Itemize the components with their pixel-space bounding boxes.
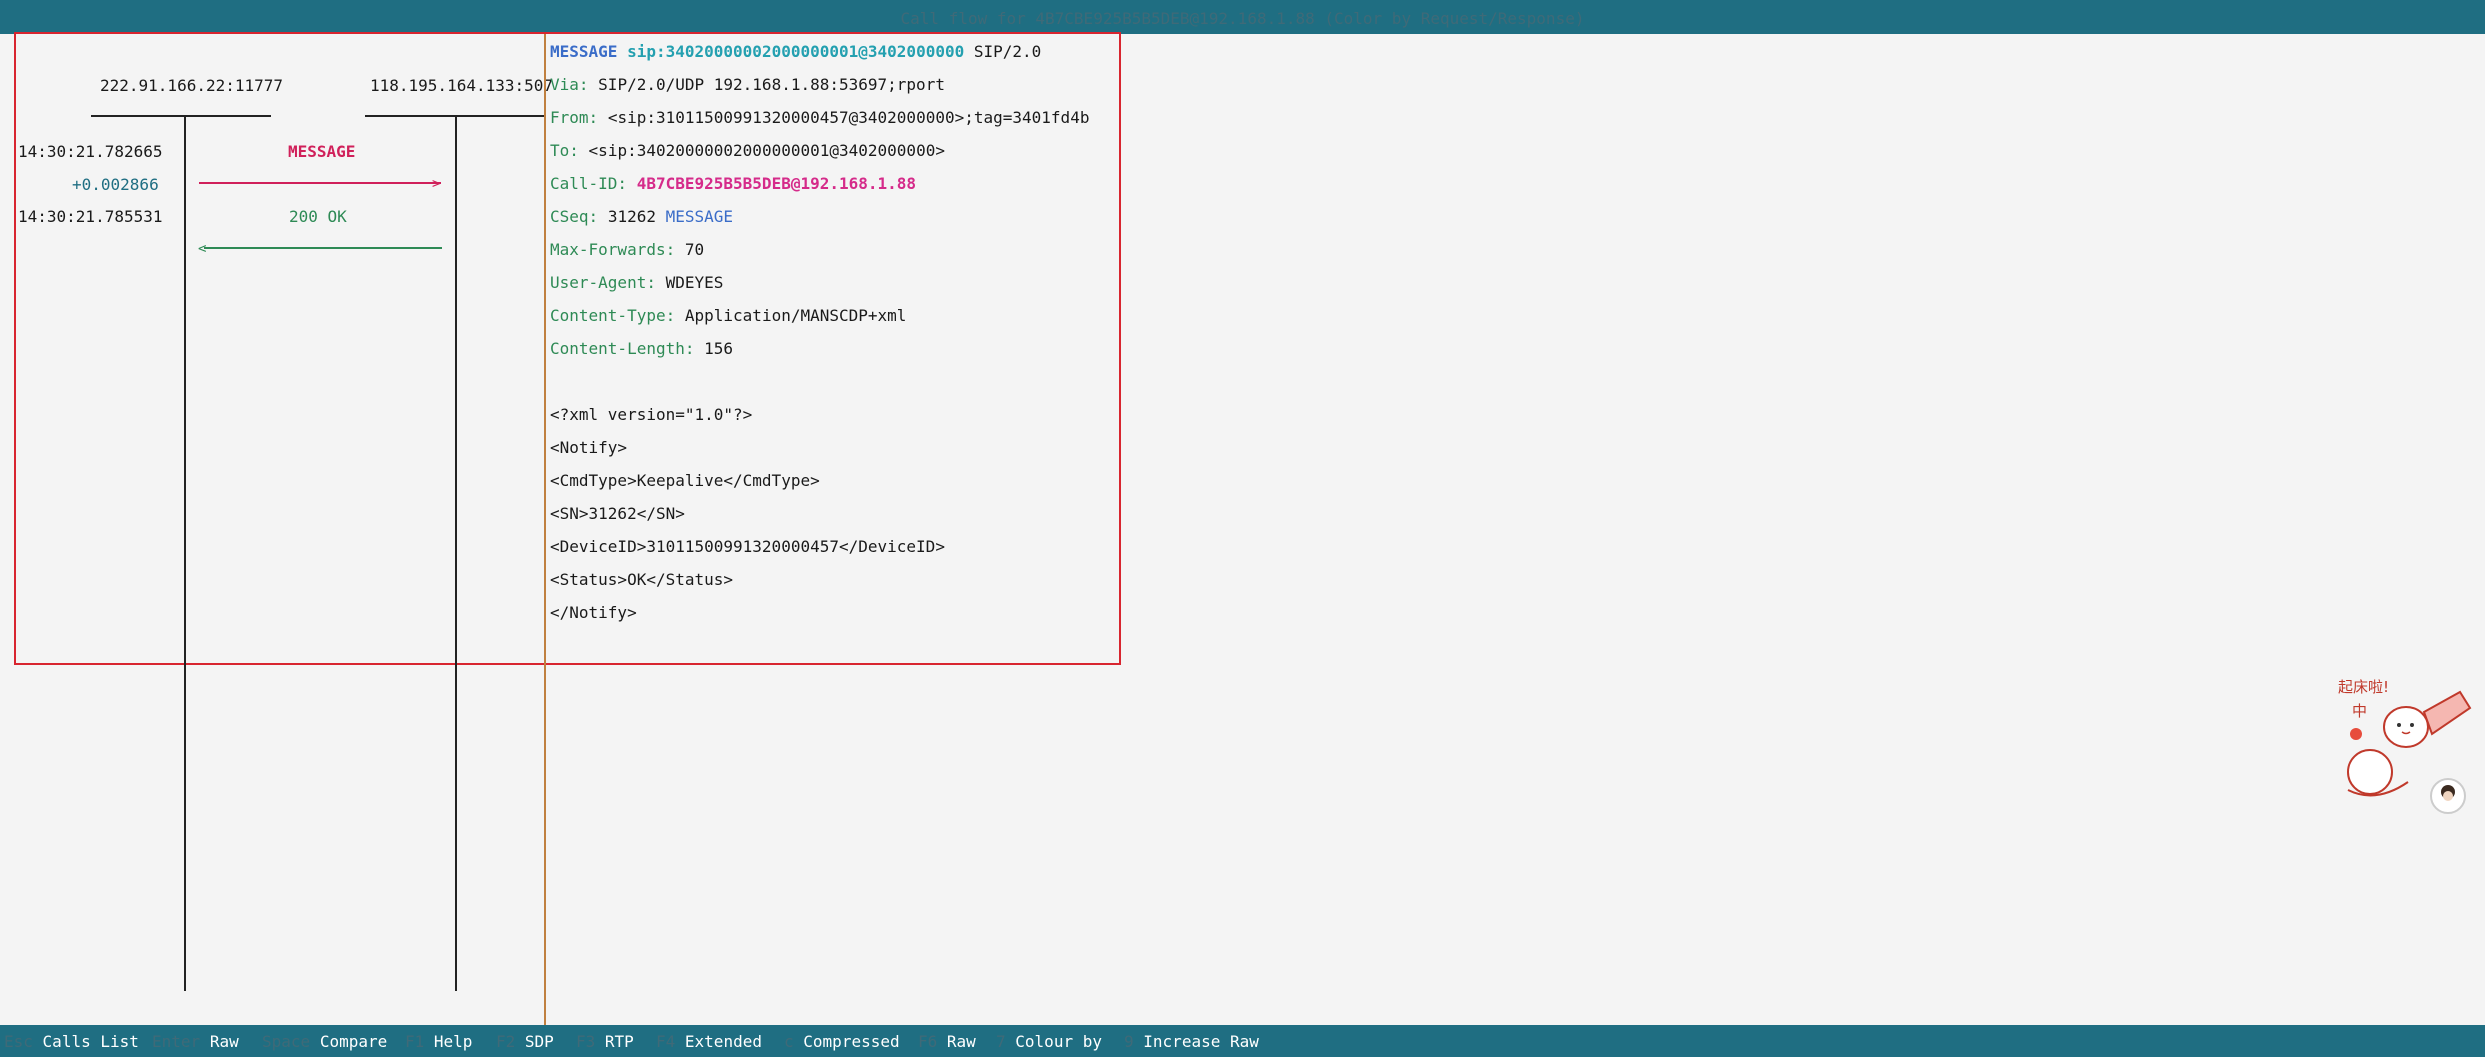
message-1-time: 14:30:21.782665 bbox=[18, 142, 163, 161]
header-name: From: bbox=[550, 108, 599, 127]
footer-item-extended[interactable]: F4 Extended bbox=[656, 1032, 762, 1051]
sticker-text: 起床啦! bbox=[2338, 678, 2389, 696]
footer-key: Esc bbox=[4, 1032, 33, 1051]
header-user-agent: User-Agent: WDEYES bbox=[550, 273, 723, 292]
cseq-method: MESSAGE bbox=[665, 207, 734, 226]
footer-label: Compressed bbox=[803, 1032, 900, 1051]
footer-key: F2 bbox=[496, 1032, 516, 1051]
footer-label: Raw bbox=[209, 1032, 239, 1051]
message-2-arrow[interactable] bbox=[204, 247, 442, 249]
header-value: 156 bbox=[704, 339, 734, 358]
header-via: Via: SIP/2.0/UDP 192.168.1.88:53697;rpor… bbox=[550, 75, 945, 94]
footer-label: Extended bbox=[684, 1032, 762, 1051]
message-2-time: 14:30:21.785531 bbox=[18, 207, 163, 226]
footer-item-help[interactable]: F1 Help bbox=[405, 1032, 472, 1051]
request-method: MESSAGE bbox=[550, 42, 618, 61]
sticker-mark: 中 bbox=[2352, 702, 2367, 720]
sip-version: SIP/2.0 bbox=[973, 42, 1042, 61]
footer-label: SDP bbox=[524, 1032, 554, 1051]
header-value: <sip:34020000002000000001@3402000000> bbox=[588, 141, 945, 160]
participant-1-label: 222.91.166.22:11777 bbox=[100, 76, 284, 95]
cseq-number: 31262 bbox=[607, 207, 656, 226]
body-line: <Status>OK</Status> bbox=[550, 570, 734, 589]
request-uri: sip:34020000002000000001@3402000000 bbox=[627, 42, 965, 61]
header-max-forwards: Max-Forwards: 70 bbox=[550, 240, 704, 259]
body-line: <Notify> bbox=[550, 438, 628, 457]
header-name: Via: bbox=[550, 75, 589, 94]
header-name: Content-Length: bbox=[550, 339, 695, 358]
message-1-label[interactable]: MESSAGE bbox=[288, 142, 355, 161]
body-line: </Notify> bbox=[550, 603, 637, 622]
footer-item-calls-list[interactable]: Esc Calls List bbox=[4, 1032, 139, 1051]
footer-label: Colour by bbox=[1015, 1032, 1102, 1051]
header-to: To: <sip:34020000002000000001@3402000000… bbox=[550, 141, 945, 160]
footer-item-raw-f6[interactable]: F6 Raw bbox=[918, 1032, 976, 1051]
body-line: <DeviceID>31011500991320000457</DeviceID… bbox=[550, 537, 945, 556]
header-name: CSeq: bbox=[550, 207, 599, 226]
footer-label: Compare bbox=[319, 1032, 388, 1051]
participant-2-label: 118.195.164.133:507 bbox=[370, 76, 554, 95]
message-2-label[interactable]: 200 OK bbox=[289, 207, 347, 226]
footer-item-rtp[interactable]: F3 RTP bbox=[576, 1032, 634, 1051]
footer-key: F1 bbox=[405, 1032, 425, 1051]
body-line: <SN>31262</SN> bbox=[550, 504, 685, 523]
header-content-length: Content-Length: 156 bbox=[550, 339, 733, 358]
footer-item-sdp[interactable]: F2 SDP bbox=[496, 1032, 554, 1051]
participant-1-header-line bbox=[91, 115, 271, 117]
message-1-arrow[interactable] bbox=[199, 182, 441, 184]
cartoon-sticker: 起床啦! 中 bbox=[2336, 672, 2476, 820]
footer-key: Enter bbox=[152, 1032, 201, 1051]
footer-label: RTP bbox=[604, 1032, 634, 1051]
body-line: <?xml version="1.0"?> bbox=[550, 405, 753, 424]
header-name: To: bbox=[550, 141, 579, 160]
participant-2-lifeline bbox=[455, 115, 457, 991]
footer-item-raw[interactable]: Enter Raw bbox=[152, 1032, 239, 1051]
header-name: Call-ID: bbox=[550, 174, 628, 193]
header-name: Content-Type: bbox=[550, 306, 676, 325]
header-call-id: Call-ID: 4B7CBE925B5B5DEB@192.168.1.88 bbox=[550, 174, 916, 193]
header-from: From: <sip:31011500991320000457@34020000… bbox=[550, 108, 1089, 127]
panel-divider[interactable] bbox=[544, 34, 546, 1025]
footer-key: c bbox=[784, 1032, 794, 1051]
header-value: <sip:31011500991320000457@3402000000>;ta… bbox=[607, 108, 1090, 127]
header-name: User-Agent: bbox=[550, 273, 656, 292]
header-value: 70 bbox=[684, 240, 705, 259]
footer-item-compare[interactable]: Space Compare bbox=[262, 1032, 387, 1051]
footer-key: F3 bbox=[576, 1032, 596, 1051]
header-value: WDEYES bbox=[665, 273, 724, 292]
arrow-left-icon: < bbox=[198, 241, 207, 257]
footer-label: Help bbox=[433, 1032, 473, 1051]
request-line: MESSAGE sip:34020000002000000001@3402000… bbox=[550, 42, 1041, 61]
footer-item-increase-raw[interactable]: 9 Increase Raw bbox=[1124, 1032, 1259, 1051]
arrow-right-icon: > bbox=[432, 176, 441, 192]
footer-label: Calls List bbox=[42, 1032, 139, 1051]
participant-1-lifeline bbox=[184, 115, 186, 991]
footer-item-compressed[interactable]: c Compressed bbox=[784, 1032, 900, 1051]
footer-keybar: Esc Calls List Enter Raw Space Compare F… bbox=[0, 1025, 2485, 1057]
header-cseq: CSeq: 31262 MESSAGE bbox=[550, 207, 733, 226]
footer-key: F4 bbox=[656, 1032, 676, 1051]
message-1-delta: +0.002866 bbox=[72, 175, 159, 194]
footer-label: Raw bbox=[946, 1032, 976, 1051]
header-name: Max-Forwards: bbox=[550, 240, 676, 259]
header-value: 4B7CBE925B5B5DEB@192.168.1.88 bbox=[636, 174, 917, 193]
footer-key: 7 bbox=[996, 1032, 1006, 1051]
header-value: SIP/2.0/UDP 192.168.1.88:53697;rport bbox=[598, 75, 945, 94]
footer-key: F6 bbox=[918, 1032, 938, 1051]
window-title: Call flow for 4B7CBE925B5B5DEB@192.168.1… bbox=[0, 0, 2485, 34]
footer-item-colour-by[interactable]: 7 Colour by bbox=[996, 1032, 1102, 1051]
footer-key: 9 bbox=[1124, 1032, 1134, 1051]
footer-key: Space bbox=[262, 1032, 311, 1051]
body-line: <CmdType>Keepalive</CmdType> bbox=[550, 471, 820, 490]
footer-label: Increase Raw bbox=[1143, 1032, 1259, 1051]
header-value: Application/MANSCDP+xml bbox=[684, 306, 907, 325]
header-content-type: Content-Type: Application/MANSCDP+xml bbox=[550, 306, 906, 325]
